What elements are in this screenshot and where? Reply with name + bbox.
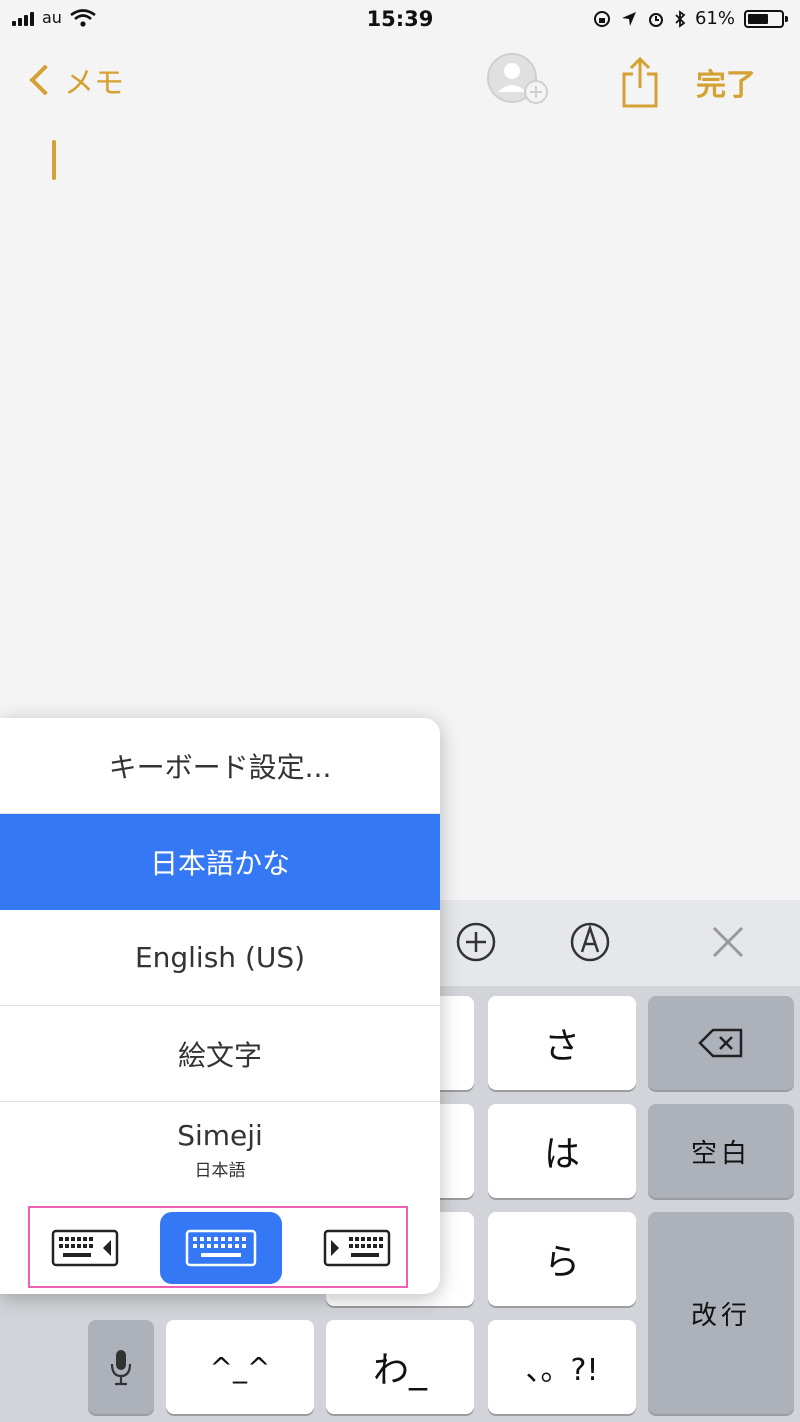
keyboard-switcher-menu: キーボード設定... 日本語かな English (US) 絵文字 Simeji…	[0, 718, 440, 1294]
microphone-icon	[110, 1350, 132, 1386]
menu-item-label: English (US)	[134, 941, 306, 974]
battery-icon	[744, 9, 788, 28]
menu-item-label: Simeji	[177, 1119, 263, 1152]
done-button[interactable]: 完了	[696, 60, 756, 104]
left-keyboard-button[interactable]	[40, 1212, 130, 1284]
share-icon[interactable]	[620, 56, 660, 108]
dictation-key[interactable]	[88, 1320, 154, 1414]
rotation-lock-icon	[593, 10, 610, 27]
add-person-icon[interactable]	[486, 52, 550, 106]
status-bar: au 15:39 61%	[0, 0, 800, 40]
right-keyboard-button[interactable]	[312, 1212, 402, 1284]
chevron-left-icon	[29, 64, 61, 96]
menu-item-label: 絵文字	[177, 1038, 262, 1072]
menu-item-japanese-kana[interactable]: 日本語かな	[0, 814, 440, 910]
back-label: メモ	[64, 66, 124, 101]
key-sa[interactable]: さ	[488, 996, 636, 1090]
full-keyboard-button[interactable]	[160, 1212, 282, 1284]
close-icon[interactable]	[706, 920, 750, 964]
key-ha[interactable]: は	[488, 1104, 636, 1198]
menu-item-simeji[interactable]: Simeji 日本語	[0, 1102, 440, 1198]
menu-item-sublabel: 日本語	[194, 1161, 246, 1181]
note-body[interactable]	[0, 120, 800, 700]
bluetooth-icon	[675, 9, 686, 28]
delete-icon	[698, 1028, 743, 1058]
alarm-icon	[648, 12, 663, 27]
punctuation-key[interactable]: 、。?!	[488, 1320, 636, 1414]
return-key[interactable]: 改行	[648, 1212, 794, 1414]
emoticon-key[interactable]: ^_^	[166, 1320, 314, 1414]
location-icon	[621, 11, 636, 26]
menu-item-emoji[interactable]: 絵文字	[0, 1006, 440, 1102]
keyboard-layout-selector	[28, 1206, 408, 1288]
battery-fill	[748, 13, 768, 24]
menu-item-label: 日本語かな	[149, 847, 290, 880]
back-button[interactable]: メモ	[28, 58, 124, 102]
key-ra[interactable]: ら	[488, 1212, 636, 1306]
status-right: 61%	[593, 8, 788, 29]
space-key[interactable]: 空白	[648, 1104, 794, 1198]
key-wa[interactable]: わ_	[326, 1320, 474, 1414]
menu-item-english-us[interactable]: English (US)	[0, 910, 440, 1006]
battery-percent: 61%	[694, 8, 735, 29]
keyboard-right-icon	[323, 1229, 391, 1267]
add-circle-icon[interactable]	[454, 920, 498, 964]
keyboard-full-icon	[185, 1229, 257, 1267]
markup-pen-icon[interactable]	[568, 920, 612, 964]
delete-key[interactable]	[648, 996, 794, 1090]
keyboard-settings-item[interactable]: キーボード設定...	[0, 718, 440, 814]
keyboard-left-icon	[51, 1229, 119, 1267]
